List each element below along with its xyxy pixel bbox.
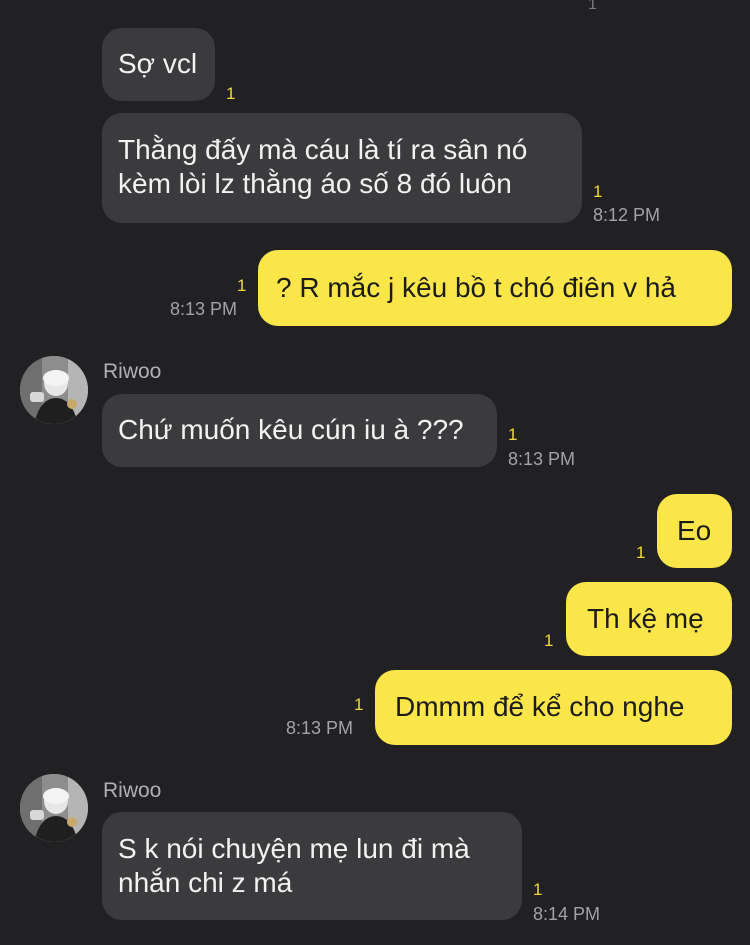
unread-count: 1 (636, 543, 646, 562)
avatar-photo-icon (20, 356, 88, 424)
message-timestamp: 8:12 PM (593, 205, 661, 225)
message-bubble-outgoing[interactable]: Th kệ mẹ (566, 582, 732, 656)
message-bubble-outgoing[interactable]: Eo (657, 494, 732, 568)
message-timestamp: 8:14 PM (533, 904, 601, 924)
message-timestamp: 8:13 PM (170, 299, 238, 319)
message-timestamp: 8:13 PM (508, 449, 576, 469)
message-bubble-incoming[interactable]: S k nói chuyện mẹ lun đi mà nhắn chi z m… (102, 812, 522, 920)
unread-count: 1 (508, 425, 518, 444)
unread-count: 1 (544, 631, 554, 650)
message-timestamp: 8:13 PM (286, 718, 354, 738)
avatar[interactable] (20, 356, 88, 424)
unread-count: 1 (533, 880, 543, 899)
avatar[interactable] (20, 774, 88, 842)
sender-name: Riwoo (103, 779, 162, 802)
sender-name: Riwoo (103, 360, 162, 383)
unread-count: 1 (354, 695, 364, 714)
message-bubble-incoming[interactable]: Sợ vcl (102, 28, 215, 101)
message-bubble-outgoing[interactable]: Dmmm để kể cho nghe (375, 670, 732, 745)
unread-count: 1 (593, 182, 603, 201)
top-unread-count: 1 (588, 0, 597, 13)
avatar-photo-icon (20, 774, 88, 842)
chat-window: 1 Sợ vcl 1 Thằng đấy mà cáu là tí ra sân… (0, 0, 750, 945)
unread-count: 1 (237, 276, 247, 295)
unread-count: 1 (226, 84, 236, 103)
message-bubble-outgoing[interactable]: ? R mắc j kêu bồ t chó điên v hả (258, 250, 732, 326)
message-bubble-incoming[interactable]: Chứ muốn kêu cún iu à ??? (102, 394, 497, 467)
message-bubble-incoming[interactable]: Thằng đấy mà cáu là tí ra sân nó kèm lòi… (102, 113, 582, 223)
